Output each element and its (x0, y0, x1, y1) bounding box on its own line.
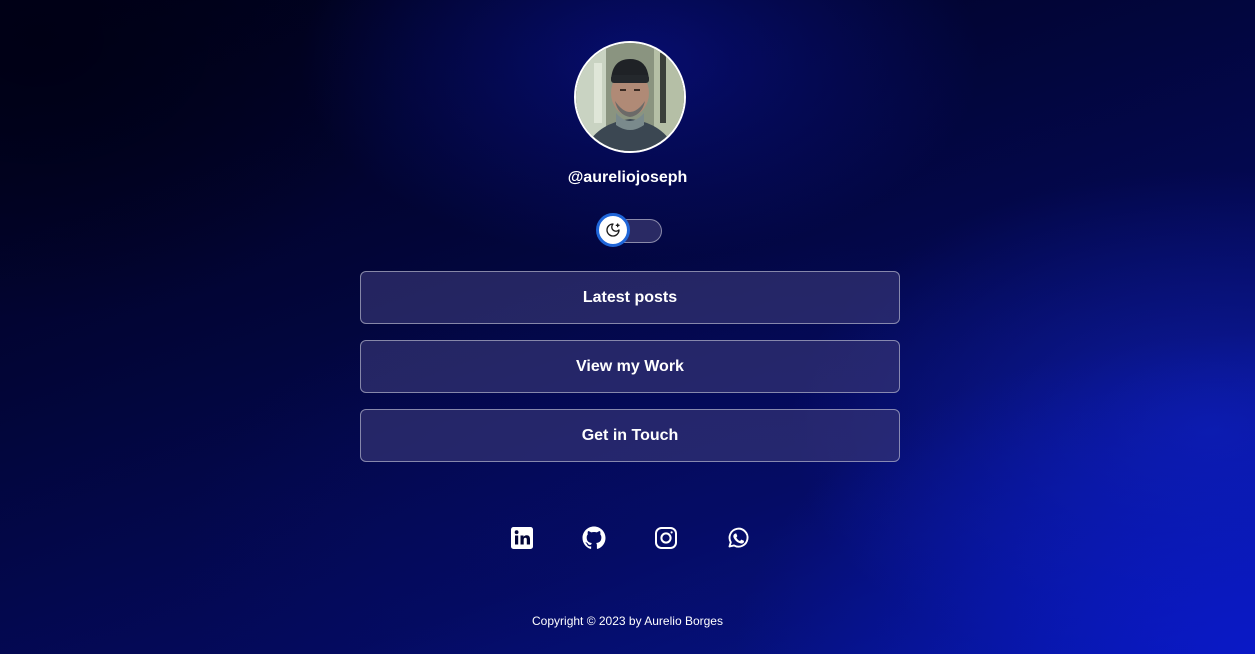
instagram-link[interactable] (654, 526, 678, 550)
instagram-icon (655, 527, 677, 549)
copyright-text: Copyright © 2023 by Aurelio Borges (532, 614, 723, 628)
linkedin-icon (511, 527, 533, 549)
toggle-knob[interactable] (596, 213, 630, 247)
whatsapp-link[interactable] (726, 526, 750, 550)
view-my-work-button[interactable]: View my Work (360, 340, 900, 393)
get-in-touch-button[interactable]: Get in Touch (360, 409, 900, 462)
linkedin-link[interactable] (510, 526, 534, 550)
github-link[interactable] (582, 526, 606, 550)
profile-username: @aureliojoseph (567, 169, 688, 186)
whatsapp-icon (728, 527, 749, 548)
theme-toggle[interactable] (596, 213, 662, 247)
github-icon (582, 526, 606, 549)
profile-avatar (574, 41, 686, 153)
latest-posts-button[interactable]: Latest posts (360, 271, 900, 324)
moon-icon (606, 223, 620, 237)
